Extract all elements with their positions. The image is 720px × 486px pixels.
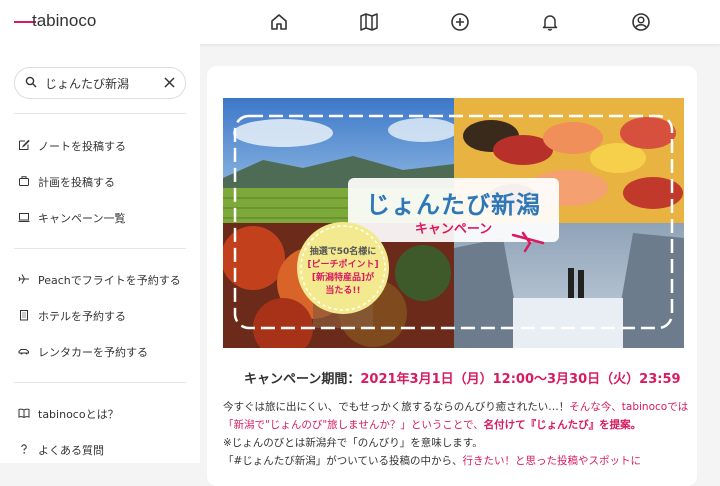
bell-icon[interactable] — [540, 12, 560, 32]
edit-note-icon — [19, 139, 30, 150]
close-icon[interactable] — [164, 77, 175, 88]
monitor-icon — [18, 213, 30, 222]
divider — [14, 382, 186, 383]
sidebar-item-about[interactable]: tabinocoとは？ — [14, 404, 186, 426]
map-icon[interactable] — [359, 12, 379, 32]
banner-badge: 抽選で50名様に [ピーチポイント] [新潟特産品]が 当たる!! — [307, 247, 379, 296]
body-paragraph-line: 「新潟で"じょんのび"旅しませんか？」ということで、名付けて『じょんたび』を提案… — [223, 419, 642, 431]
sidebar-item-campaigns[interactable]: キャンペーン一覧 — [14, 208, 186, 230]
search-value: じょんたび新潟 — [45, 77, 130, 91]
campaign-period: キャンペーン期間：2021年3月1日（月）12:00〜3月30日（火）23:59 — [244, 372, 681, 387]
body-paragraph-line: ※じょんのびとは新潟弁で「のんびり」を意味します。 — [223, 437, 483, 449]
car-icon — [18, 349, 29, 355]
sidebar-item-rental-car[interactable]: レンタカーを予約する — [14, 342, 186, 364]
divider — [14, 248, 186, 249]
divider — [14, 113, 186, 114]
sidebar-item-faq[interactable]: よくある質問 — [14, 440, 186, 462]
banner-subtitle: キャンペーン — [414, 222, 493, 237]
sidebar-item-post-note[interactable]: ノートを投稿する — [14, 136, 186, 158]
search-input[interactable]: じょんたび新潟 — [14, 67, 186, 99]
body-paragraph-line: 今すぐは旅に出にくい、でもせっかく旅するならのんびり癒されたい…！そんな今、ta… — [223, 401, 689, 413]
sidebar-item-post-plan[interactable]: 計画を投稿する — [14, 172, 186, 194]
home-icon[interactable] — [269, 12, 289, 32]
campaign-banner[interactable]: じょんたび新潟 キャンペーン 抽選で50名様に [ピーチポイント] [新潟特産品… — [223, 98, 684, 348]
user-icon[interactable] — [631, 12, 651, 32]
luggage-icon — [19, 176, 29, 186]
logo[interactable]: tabinoco — [32, 11, 96, 31]
building-icon — [20, 310, 28, 321]
banner-title: じょんたび新潟 — [366, 191, 541, 219]
sidebar: じょんたび新潟 ノートを投稿する 計画を投稿する キャンペーン一覧 Peachで… — [0, 44, 200, 463]
book-icon — [18, 408, 30, 419]
question-icon — [21, 444, 27, 454]
search-icon — [25, 76, 37, 88]
airplane-icon — [18, 274, 29, 284]
top-bar: tabinoco — [0, 0, 720, 44]
plus-circle-icon[interactable] — [450, 12, 470, 32]
sidebar-item-flight[interactable]: Peachでフライトを予約する — [14, 270, 186, 292]
body-paragraph-line: 「#じょんたび新潟」がついている投稿の中から、行きたい！と思った投稿やスポットに — [223, 455, 641, 467]
sidebar-item-hotel[interactable]: ホテルを予約する — [14, 306, 186, 328]
